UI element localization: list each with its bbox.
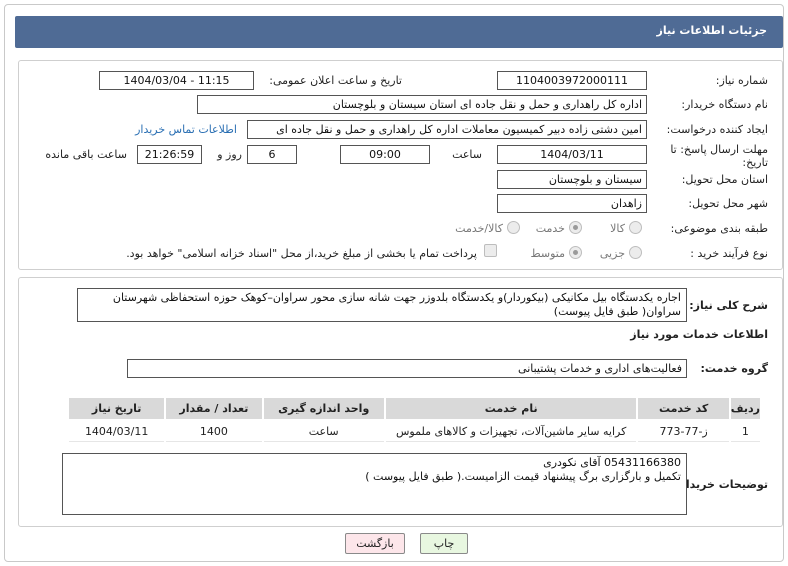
city-field[interactable]: زاهدان xyxy=(497,194,647,213)
cell-row-number: 1 xyxy=(730,421,760,442)
cell-service-code: ز-77-773 xyxy=(638,421,729,442)
col-header-row-number: ردیف xyxy=(730,398,760,419)
need-number-field[interactable]: 1104003972000111 xyxy=(497,71,647,90)
cell-quantity: 1400 xyxy=(166,421,262,442)
buyer-notes-field[interactable]: 05431166380 آقای نکودری تکمیل و بارگزاری… xyxy=(62,453,687,515)
treasury-checkbox[interactable] xyxy=(484,244,497,257)
creator-label: ایجاد کننده درخواست: xyxy=(666,123,768,136)
province-label: استان محل تحویل: xyxy=(681,173,768,186)
deadline-time-field[interactable]: 09:00 xyxy=(340,145,430,164)
buyer-org-label: نام دستگاه خریدار: xyxy=(681,98,768,111)
category-option-service: خدمت xyxy=(535,222,565,235)
need-info-panel: شماره نیاز: 1104003972000111 تاریخ و ساع… xyxy=(18,60,783,270)
col-header-service-code: کد خدمت xyxy=(638,398,729,419)
announce-label: تاریخ و ساعت اعلان عمومی: xyxy=(269,74,402,87)
cell-unit: ساعت xyxy=(263,421,384,442)
buyer-notes-line-2: تکمیل و بارگزاری برگ پیشنهاد قیمت الزامی… xyxy=(365,470,681,483)
contact-buyer-link[interactable]: اطلاعات تماس خریدار xyxy=(135,123,237,136)
col-header-service-name: نام خدمت xyxy=(385,398,637,419)
city-label: شهر محل تحویل: xyxy=(688,197,768,210)
category-label: طبقه بندی موضوعی: xyxy=(670,222,768,235)
deadline-time-label: ساعت xyxy=(452,148,482,161)
service-details-panel: شرح کلی نیاز: اجاره یکدستگاه بیل مکانیکی… xyxy=(18,277,783,527)
col-header-quantity: تعداد / مقدار xyxy=(166,398,262,419)
category-radio-service[interactable] xyxy=(569,221,582,234)
category-option-goods: کالا xyxy=(610,222,625,235)
need-number-label: شماره نیاز: xyxy=(715,74,768,87)
page-frame: جزئیات اطلاعات نیاز AriaTender.net شماره… xyxy=(4,4,784,562)
province-field[interactable]: سیستان و بلوچستان xyxy=(497,170,647,189)
page-title: جزئیات اطلاعات نیاز xyxy=(656,24,768,37)
service-group-field[interactable]: فعالیت‌های اداری و خدمات پشتیبانی xyxy=(127,359,687,378)
col-header-need-date: تاریخ نیاز xyxy=(69,398,165,419)
process-radio-minor[interactable] xyxy=(629,246,642,259)
treasury-note: پرداخت تمام یا بخشی از مبلغ خرید،از محل … xyxy=(126,247,477,260)
services-table: ردیف کد خدمت نام خدمت واحد اندازه گیری ت… xyxy=(67,396,762,444)
cell-need-date: 1404/03/11 xyxy=(69,421,165,442)
remaining-time-field[interactable]: 21:26:59 xyxy=(137,145,202,164)
print-button[interactable]: چاپ xyxy=(420,533,468,554)
col-header-unit: واحد اندازه گیری xyxy=(263,398,384,419)
announce-field[interactable]: 1404/03/04 - 11:15 xyxy=(99,71,254,90)
process-radio-medium[interactable] xyxy=(569,246,582,259)
days-label: روز و xyxy=(217,148,242,161)
service-group-label: گروه خدمت: xyxy=(700,362,768,375)
services-section-title: اطلاعات خدمات مورد نیاز xyxy=(630,328,768,341)
process-label: نوع فرآیند خرید : xyxy=(690,247,768,260)
category-radio-goods[interactable] xyxy=(629,221,642,234)
description-field[interactable]: اجاره یکدستگاه بیل مکانیکی (بیکوردار)و ی… xyxy=(77,288,687,322)
category-option-goods-service: کالا/خدمت xyxy=(455,222,503,235)
description-label: شرح کلی نیاز: xyxy=(689,299,768,312)
days-field[interactable]: 6 xyxy=(247,145,297,164)
process-option-medium: متوسط xyxy=(530,247,565,260)
creator-field[interactable]: امین دشتی زاده دبیر کمیسیون معاملات ادار… xyxy=(247,120,647,139)
table-row[interactable]: 1 ز-77-773 کرایه سایر ماشین‌آلات، تجهیزا… xyxy=(69,421,760,442)
table-header-row: ردیف کد خدمت نام خدمت واحد اندازه گیری ت… xyxy=(69,398,760,419)
buyer-org-field[interactable]: اداره کل راهداری و حمل و نقل جاده ای است… xyxy=(197,95,647,114)
buyer-notes-label: توضیحات خریدار: xyxy=(675,478,768,491)
cell-service-name: کرایه سایر ماشین‌آلات، تجهیزات و کالاهای… xyxy=(385,421,637,442)
category-radio-goods-service[interactable] xyxy=(507,221,520,234)
deadline-label: مهلت ارسال پاسخ: تا تاریخ: xyxy=(670,143,768,169)
header-bar: جزئیات اطلاعات نیاز xyxy=(15,16,783,48)
buyer-notes-line-1: 05431166380 آقای نکودری xyxy=(543,456,681,469)
process-option-minor: جزیی xyxy=(599,247,625,260)
back-button[interactable]: بازگشت xyxy=(345,533,405,554)
deadline-date-field[interactable]: 1404/03/11 xyxy=(497,145,647,164)
remaining-label: ساعت باقی مانده xyxy=(45,148,127,161)
